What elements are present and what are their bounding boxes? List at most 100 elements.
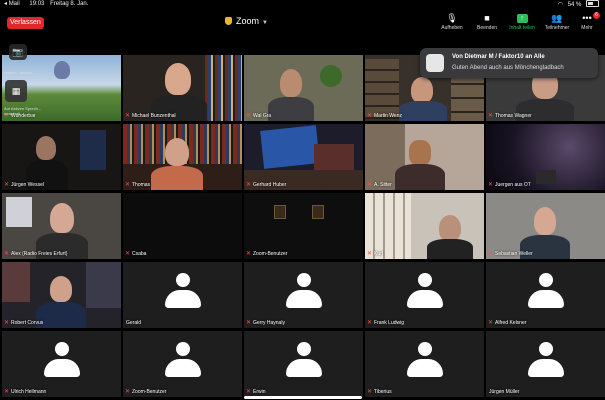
muted-mic-icon: ✕ — [367, 182, 373, 188]
participant-name: Jürgen Müller — [489, 389, 520, 395]
participant-name: Martin Wenz — [374, 113, 402, 119]
chat-notification[interactable]: Von Dietmar M / Faktor10 an Alle Guten A… — [420, 48, 598, 78]
participant-tile[interactable]: ✕ Wal Gra — [244, 55, 363, 121]
status-bar: ◂ Mail 19:03 Freitag 8. Jan. ◠ 54 % — [0, 0, 605, 9]
clock: 19:03 — [29, 1, 45, 7]
home-indicator[interactable] — [244, 396, 362, 399]
avatar-placeholder-icon — [406, 273, 443, 313]
participant-name: A. Sitter — [374, 182, 392, 188]
muted-mic-icon: ✕ — [125, 389, 131, 395]
participant-name: Kurt — [374, 251, 384, 257]
meeting-toolbar: Verlassen Zoom ▼ 🎙 Aufheben ■ Beenden ↑ I… — [0, 9, 605, 36]
participant-name: Gerhard Huber — [253, 182, 287, 188]
unmute-button[interactable]: 🎙 Aufheben — [435, 13, 469, 31]
muted-mic-icon: ✕ — [367, 389, 373, 395]
participant-tile[interactable]: ✕ Zoom-Benutzer — [244, 193, 363, 259]
participant-tile[interactable]: Jürgen Müller — [486, 331, 605, 397]
participant-name: Jürgen Wessel — [11, 182, 44, 188]
muted-mic-icon: ✕ — [367, 251, 373, 257]
more-badge: 6 — [593, 12, 600, 19]
participant-tile[interactable]: ✕ Gerhard Huber — [244, 124, 363, 190]
muted-mic-icon: ✕ — [246, 113, 252, 119]
active-speaker-toggle[interactable]: Kamer... wechs... ▦ Auf Aktiven Sprech..… — [3, 70, 41, 136]
more-button[interactable]: ••• Mehr 6 — [570, 12, 604, 31]
stop-video-button[interactable]: ■ Beenden — [470, 13, 504, 31]
participant-name: Erwin — [253, 389, 266, 395]
participant-tile[interactable]: ✕ Csaba — [123, 193, 242, 259]
participant-tile[interactable]: ✕ Frank Ludwig — [365, 262, 484, 328]
participant-tile[interactable]: ✕ Juergen aus OT — [486, 124, 605, 190]
participants-icon: 👥 — [551, 13, 563, 23]
participants-label: Teilnehmer — [544, 25, 570, 31]
avatar-placeholder-icon — [406, 342, 443, 382]
unmute-label: Aufheben — [441, 25, 463, 31]
camera-icon: 📷 — [12, 47, 24, 57]
participant-tile[interactable]: Gerald — [123, 262, 242, 328]
participant-tile[interactable]: ✕ Thomas — [123, 124, 242, 190]
participant-tile[interactable]: ✕ Robert Corvus — [2, 262, 121, 328]
participant-tile[interactable]: ✕ A. Sitter — [365, 124, 484, 190]
carrier-label: Mail — [8, 1, 20, 7]
gallery-view-icon: ▦ — [5, 80, 27, 102]
gallery-grid: ✕ Wunderbar ✕ Michael Bunzenthal ✕ Wal Gra … — [0, 55, 605, 398]
muted-mic-icon: ✕ — [246, 182, 252, 188]
participant-name: Ulrich Hellmann — [11, 389, 47, 395]
participant-name: Csaba — [132, 251, 147, 257]
participant-tile[interactable]: ✕ Kurt — [365, 193, 484, 259]
participant-tile[interactable]: ✕ Tiberius — [365, 331, 484, 397]
participants-button[interactable]: 👥 Teilnehmer — [540, 13, 574, 31]
participant-tile[interactable]: ✕ Erwin — [244, 331, 363, 397]
date-label: Freitag 8. Jan. — [50, 1, 89, 7]
back-to-app-link[interactable]: ◂ Mail — [4, 1, 24, 7]
participant-name: Thomas — [132, 182, 151, 188]
muted-mic-icon: ✕ — [488, 320, 494, 326]
switch-camera-button[interactable]: 📷 — [9, 44, 27, 60]
muted-mic-icon: ✕ — [246, 320, 252, 326]
participant-tile[interactable]: ✕ Zoom-Benutzer — [123, 331, 242, 397]
participant-name: Zoom-Benutzer — [132, 389, 167, 395]
meeting-title-label: Zoom — [236, 16, 260, 26]
participant-tile[interactable]: ✕ Ulrich Hellmann — [2, 331, 121, 397]
muted-mic-icon: ✕ — [4, 182, 10, 188]
participant-name: Thomas Wagner — [495, 113, 532, 119]
participant-tile[interactable]: ✕ Michael Bunzenthal — [123, 55, 242, 121]
notification-title: Von Dietmar M / Faktor10 an Alle — [452, 54, 545, 60]
participant-name: Sebastian Weller — [495, 251, 533, 257]
muted-mic-icon: ✕ — [367, 320, 373, 326]
share-content-button[interactable]: ↑ Inhalt teilen — [505, 13, 539, 31]
avatar-placeholder-icon — [164, 342, 201, 382]
shield-icon — [225, 17, 232, 25]
avatar-placeholder-icon — [285, 342, 322, 382]
meeting-title[interactable]: Zoom ▼ — [225, 16, 268, 26]
participant-name: Gerry Haynaly — [253, 320, 285, 326]
avatar-placeholder-icon — [164, 273, 201, 313]
stop-video-label: Beenden — [476, 25, 498, 31]
participant-tile[interactable]: ✕ Alfred Kelsner — [486, 262, 605, 328]
muted-mic-icon: ✕ — [125, 113, 131, 119]
participant-name: Alex (Radio Freies Erfurt) — [11, 251, 68, 257]
video-camera-icon: ■ — [484, 13, 490, 23]
muted-mic-icon: ✕ — [246, 251, 252, 257]
muted-mic-icon: ✕ — [488, 113, 494, 119]
leave-button[interactable]: Verlassen — [7, 17, 44, 29]
participant-name: Tiberius — [374, 389, 392, 395]
participant-tile[interactable]: ✕ Alex (Radio Freies Erfurt) — [2, 193, 121, 259]
wifi-icon: ◠ — [557, 2, 563, 8]
battery-icon — [586, 0, 599, 7]
muted-mic-icon: ✕ — [125, 251, 131, 257]
muted-mic-icon: ✕ — [246, 389, 252, 395]
muted-mic-icon: ✕ — [488, 182, 494, 188]
avatar-placeholder-icon — [527, 273, 564, 313]
participant-tile[interactable]: ✕ Sebastian Weller — [486, 193, 605, 259]
muted-mic-icon: ✕ — [4, 251, 10, 257]
muted-mic-icon: ✕ — [488, 251, 494, 257]
battery-percent: 54 % — [567, 2, 582, 8]
muted-mic-icon: ✕ — [4, 389, 10, 395]
participant-tile[interactable]: ✕ Gerry Haynaly — [244, 262, 363, 328]
avatar-placeholder-icon — [527, 342, 564, 382]
share-screen-icon: ↑ — [516, 14, 528, 23]
participant-name: Juergen aus OT — [495, 182, 531, 188]
share-content-label: Inhalt teilen — [509, 25, 535, 31]
participant-name: Zoom-Benutzer — [253, 251, 288, 257]
participant-name: Gerald — [126, 320, 142, 326]
